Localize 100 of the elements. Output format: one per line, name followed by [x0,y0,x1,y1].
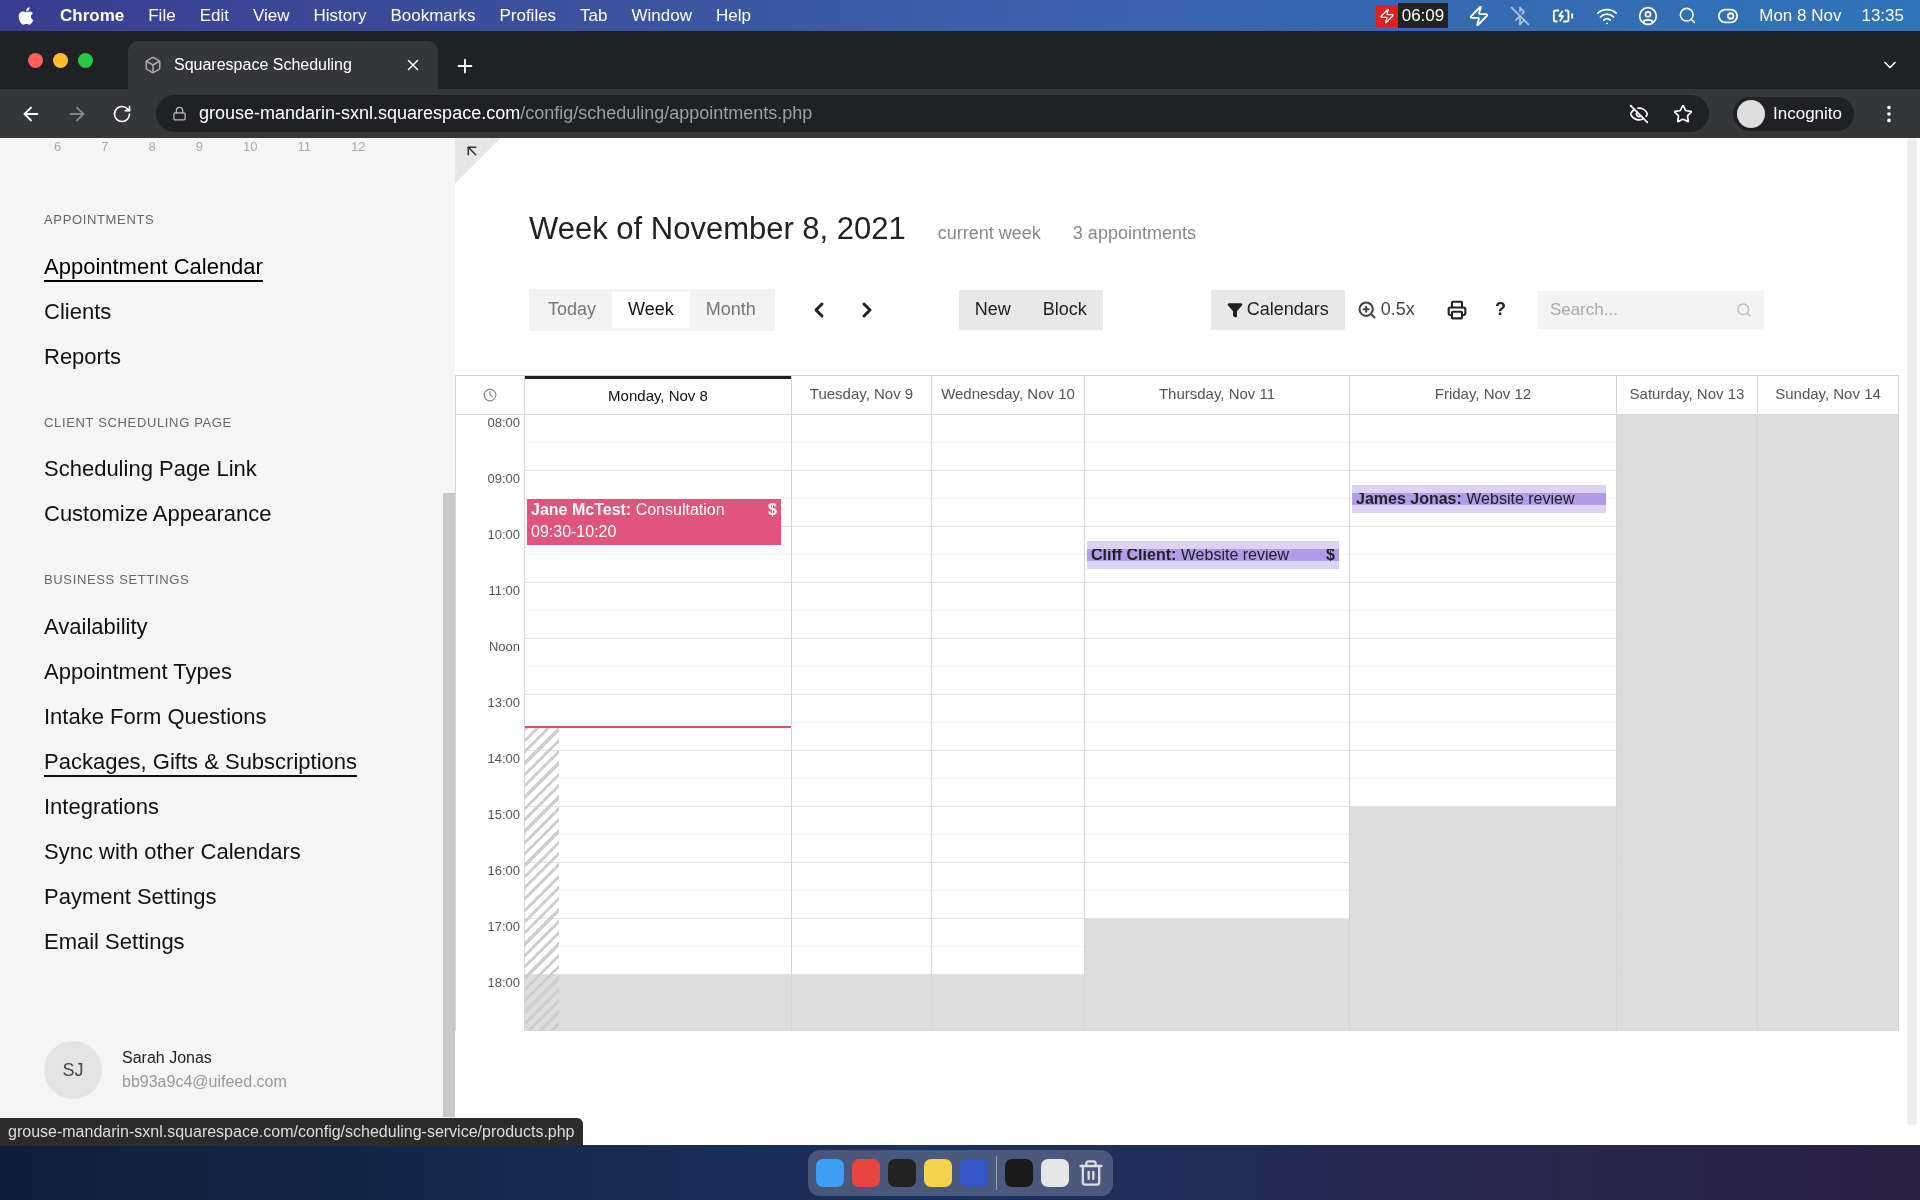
cube-icon [144,56,162,74]
appointment-time: 09:30-10:20 [531,522,617,540]
sidebar-item[interactable]: Customize Appearance [44,491,272,536]
menu-date[interactable]: Mon 8 Nov [1759,2,1842,29]
sidebar-item[interactable]: Appointment Types [44,648,232,694]
day-header[interactable]: Wednesday, Nov 10 [932,375,1084,415]
hour-label: 10:00 [487,525,520,541]
maximize-window-button[interactable] [78,53,93,68]
day-header[interactable]: Thursday, Nov 11 [1085,375,1349,415]
view-tab[interactable]: Month [689,291,772,328]
lightning-icon[interactable] [1468,4,1491,27]
menu-time[interactable]: 13:35 [1861,2,1904,29]
day-header[interactable]: Tuesday, Nov 9 [792,375,931,415]
appointment-block[interactable]: Cliff Client: Website review $ [1087,540,1339,569]
app-icon[interactable] [1004,1159,1033,1187]
user-avatar[interactable]: SJ [44,1041,102,1099]
search-field[interactable]: Search... [1537,290,1764,329]
sidebar-item[interactable]: Payment Settings [44,873,217,919]
sidebar-item[interactable]: Scheduling Page Link [44,446,257,491]
sidebar-item[interactable]: Integrations [44,783,159,829]
sidebar-item[interactable]: Availability [44,603,148,649]
current-week-label: current week [937,222,1041,245]
sidebar-item[interactable]: Appointment Calendar [44,243,263,289]
section-heading: APPOINTMENTS [44,211,156,229]
timer-icon[interactable] [1375,4,1398,27]
day-header[interactable]: Sunday, Nov 14 [1758,375,1898,415]
page-scrollbar[interactable] [1907,138,1917,1125]
view-tab[interactable]: Today [532,291,613,328]
calendars-button[interactable]: Calendars [1210,289,1345,330]
minimize-window-button[interactable] [53,53,68,68]
hour-label: 18:00 [487,973,520,989]
incognito-button[interactable]: Incognito [1733,96,1854,131]
appointment-title: Jane McTest: Consultation [531,499,725,520]
user-name: Sarah Jonas [122,1048,213,1068]
filter-icon [1226,301,1243,318]
menu-item[interactable]: Bookmarks [390,2,476,29]
sidebar-item[interactable]: Packages, Gifts & Subscriptions [44,738,358,784]
address-bar[interactable]: grouse-mandarin-sxnl.squarespace.com/config/scheduling/appointments.php [156,95,1709,132]
close-window-button[interactable] [28,53,43,68]
eye-off-icon[interactable] [1629,103,1649,124]
appointment-title: James Jonas: Website review [1356,492,1575,505]
paid-mark: $ [768,499,777,520]
hour-label: 08:00 [487,413,520,429]
bluetooth-icon[interactable] [1510,5,1531,26]
app-menu[interactable]: Chrome [60,2,125,29]
menu-item[interactable]: Help [716,2,751,29]
scrollbar[interactable] [443,493,455,1117]
hour-label: 11:00 [488,581,520,597]
menu-item[interactable]: File [148,2,176,29]
status-url: grouse-mandarin-sxnl.squarespace.com/config/scheduling-service/products.php [0,1118,583,1146]
menu-item[interactable]: Edit [199,2,229,29]
star-icon[interactable] [1673,103,1693,124]
appointment-block[interactable]: Jane McTest: Consultation $ 09:30-10:20 [527,498,781,546]
app-icon[interactable] [1040,1159,1069,1187]
hour-label: 14:00 [487,749,520,765]
print-icon[interactable] [1446,299,1467,320]
menu-item[interactable]: Profiles [499,2,557,29]
sidebar-item[interactable]: Reports [44,333,122,379]
timer-text: 06:09 [1397,2,1449,29]
user-email: bb93a9c4@uifeed.com [122,1072,287,1092]
hour-label: 13:00 [487,693,520,709]
app-icon[interactable] [923,1159,952,1187]
paid-mark: $ [1326,548,1335,561]
appointment-title: Cliff Client: Website review [1091,548,1289,561]
clock-icon [483,387,497,402]
lock-icon [172,106,187,121]
user-icon[interactable] [1638,5,1659,26]
hour-label: 16:00 [487,861,520,877]
view-tab[interactable]: Week [612,291,690,328]
day-header[interactable]: Saturday, Nov 13 [1617,375,1757,415]
section-heading: BUSINESS SETTINGS [44,571,191,589]
appointment-block[interactable]: James Jonas: Website review [1352,484,1606,513]
appointment-count: 3 appointments [1072,222,1196,245]
sidebar-item[interactable]: Email Settings [44,918,185,964]
hour-label: 09:00 [487,469,520,485]
sidebar-item[interactable]: Sync with other Calendars [44,828,301,874]
zoom-button[interactable]: 0.5x [1356,296,1415,323]
trash-icon[interactable] [1076,1159,1105,1187]
day-header[interactable]: Friday, Nov 12 [1350,375,1616,415]
menu-item[interactable]: Window [631,2,692,29]
browser-tab[interactable]: Squarespace Scheduling [128,41,438,89]
apple-icon[interactable] [16,5,36,26]
search-icon[interactable] [1678,6,1698,25]
hour-label: Noon [488,637,520,653]
app-icon[interactable] [815,1159,844,1187]
section-heading: CLIENT SCHEDULING PAGE [44,413,233,432]
day-header[interactable]: Monday, Nov 8 [525,375,791,415]
sidebar-item[interactable]: Intake Form Questions [44,693,267,739]
action-button[interactable]: New [958,289,1027,330]
menu-item[interactable]: History [313,2,367,29]
week-title: Week of November 8, 2021 [529,210,906,248]
hour-label: 17:00 [487,917,520,933]
action-button[interactable]: Block [1026,289,1103,330]
menu-item[interactable]: Tab [580,2,608,29]
zoom-icon [1356,299,1377,320]
hour-label: 15:00 [487,805,520,821]
reload-icon[interactable] [112,103,132,124]
sidebar-item[interactable]: Clients [44,288,112,334]
help-button[interactable]: ? [1494,296,1506,323]
menu-item[interactable]: View [252,2,290,29]
